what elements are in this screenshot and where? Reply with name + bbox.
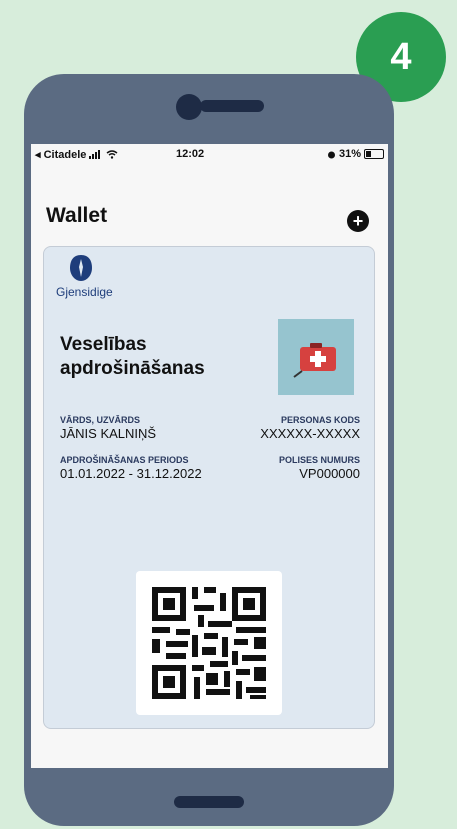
- first-aid-kit-image: [278, 319, 354, 395]
- qr-code-icon: [152, 587, 266, 699]
- period-label: APDROŠINĀŠANAS PERIODS: [60, 455, 189, 465]
- brand-logo: Gjensidige: [56, 255, 126, 299]
- name-value: JĀNIS KALNIŅŠ: [60, 426, 157, 441]
- gjensidige-emblem-icon: [70, 255, 92, 281]
- name-label: VĀRDS, UZVĀRDS: [60, 415, 141, 425]
- camera-icon: [176, 94, 202, 120]
- card-title: Veselības apdrošināšanas: [60, 334, 205, 379]
- insurance-pass-card[interactable]: Gjensidige Veselības apdrošināšanas VĀRD…: [43, 246, 375, 729]
- status-bar: ◂ Citadele 12:02 31%: [31, 144, 388, 166]
- qr-code: [136, 571, 282, 715]
- clock: 12:02: [176, 148, 205, 160]
- phone-screen: ◂ Citadele 12:02 31% Wallet + Gjensidige…: [31, 144, 388, 768]
- id-value: XXXXXX-XXXXX: [260, 426, 360, 441]
- battery-percent: 31%: [338, 148, 361, 160]
- alarm-icon: [327, 151, 335, 158]
- policy-label: POLISES NUMURS: [278, 455, 360, 465]
- id-label: PERSONAS KODS: [280, 415, 360, 425]
- home-button[interactable]: [174, 796, 244, 808]
- add-pass-button[interactable]: +: [347, 210, 369, 232]
- page-title: Wallet: [46, 204, 108, 227]
- policy-value: VP000000: [299, 466, 360, 481]
- first-aid-kit-icon: [293, 343, 336, 378]
- carrier-name: ◂ Citadele: [35, 149, 87, 161]
- brand-name: Gjensidige: [56, 285, 113, 299]
- signal-icon: [89, 150, 101, 159]
- wifi-icon: [106, 150, 118, 159]
- speaker-grille: [200, 100, 264, 112]
- battery-icon: [364, 149, 384, 159]
- period-value: 01.01.2022 - 31.12.2022: [60, 466, 202, 481]
